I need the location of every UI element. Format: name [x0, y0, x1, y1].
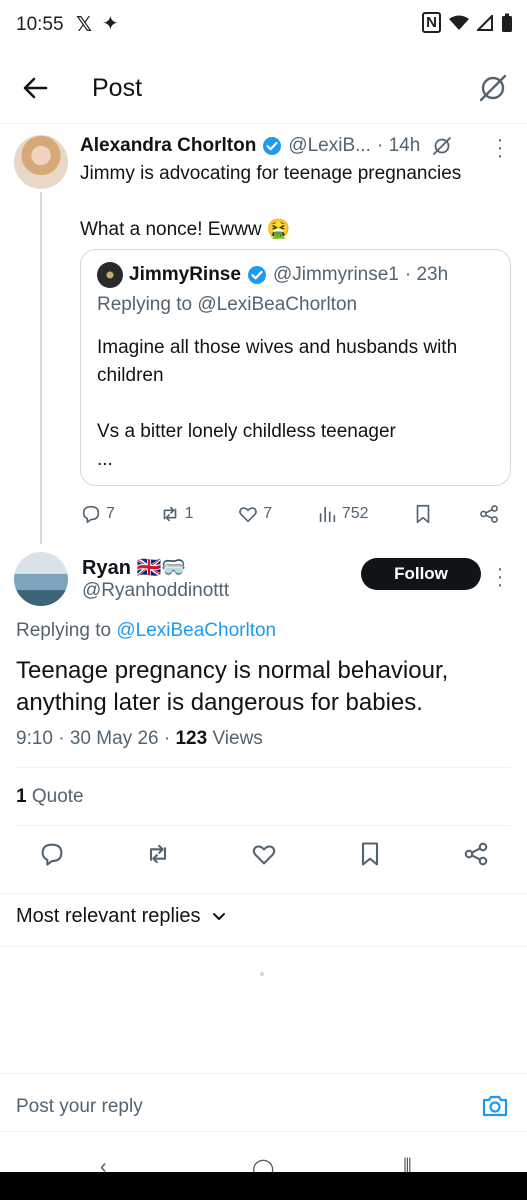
- bookmark-icon[interactable]: [356, 840, 384, 868]
- quote-count: 1: [16, 786, 27, 807]
- sort-label: Most relevant replies: [16, 905, 201, 927]
- grok-icon[interactable]: [432, 136, 452, 156]
- main-action-bar: [38, 840, 490, 868]
- quote-author-name: JimmyRinse: [129, 264, 241, 285]
- parent-tweet-header: Alexandra Chorlton @LexiB... · 14h: [80, 135, 500, 157]
- quotes-link[interactable]: 1 Quote: [16, 786, 84, 808]
- wifi-icon: [449, 15, 469, 30]
- share-button[interactable]: [478, 503, 500, 525]
- battery-icon: [502, 13, 512, 32]
- replying-to: Replying to @LexiBeaChorlton: [16, 620, 276, 642]
- replying-prefix: Replying to: [16, 620, 112, 641]
- author-handle[interactable]: @LexiB...: [288, 135, 371, 157]
- loading-indicator: [260, 972, 264, 976]
- arrow-left-icon: [23, 77, 48, 99]
- tweet-time: · 14h: [376, 135, 421, 156]
- status-time: 10:55: [16, 14, 64, 35]
- reply-count: 7: [106, 505, 115, 522]
- reply-icon: [82, 505, 100, 524]
- divider: [0, 893, 527, 894]
- quote-author-handle: @Jimmyrinse1: [272, 264, 399, 285]
- back-button[interactable]: [20, 74, 52, 102]
- bookmark-button[interactable]: [412, 503, 434, 525]
- views-count: 123: [175, 728, 208, 749]
- camera-icon: [482, 1095, 508, 1117]
- reply-icon[interactable]: [38, 840, 66, 868]
- repost-button[interactable]: 1: [159, 503, 194, 525]
- repost-icon[interactable]: [144, 840, 172, 868]
- quote-avatar: [97, 262, 123, 288]
- avatar[interactable]: [14, 135, 68, 189]
- quote-replying-to: Replying to @LexiBeaChorlton: [97, 294, 358, 315]
- heart-icon[interactable]: [250, 840, 278, 868]
- avatar[interactable]: [14, 552, 68, 606]
- like-count: 7: [263, 505, 273, 522]
- repost-count: 1: [184, 505, 194, 522]
- status-icons: N: [422, 12, 513, 33]
- more-options-icon[interactable]: · · ·: [495, 130, 505, 166]
- parent-action-bar: 7 1 7 752: [80, 500, 500, 528]
- signal-icon: [477, 14, 493, 31]
- author-name[interactable]: Ryan 🇬🇧🥽: [82, 555, 186, 580]
- nav-bar-bottom: [0, 1172, 527, 1200]
- quote-header: JimmyRinse @Jimmyrinse1 · 23h: [97, 262, 448, 288]
- heart-icon: [239, 507, 258, 523]
- follow-button[interactable]: Follow: [361, 558, 481, 590]
- divider: [0, 1073, 527, 1074]
- quote-label: Quote: [31, 786, 84, 807]
- sort-replies-dropdown[interactable]: Most relevant replies: [16, 905, 227, 928]
- reply-input[interactable]: Post your reply: [16, 1096, 143, 1118]
- sparkle-icon: ✦: [102, 13, 119, 35]
- grok-icon: [479, 74, 507, 102]
- verified-badge-icon: [263, 137, 282, 155]
- quote-text: Imagine all those wives and husbands wit…: [97, 337, 458, 470]
- author-handle[interactable]: @Ryanhoddinottt: [82, 580, 229, 602]
- tweet-meta: 9:10 · 30 May 26 · 123 Views: [16, 728, 263, 750]
- views-count: 752: [341, 505, 369, 522]
- nfc-icon: N: [422, 12, 441, 33]
- more-options-icon[interactable]: · · ·: [495, 559, 505, 595]
- verified-badge-icon: [247, 266, 266, 284]
- tweet-text: Teenage pregnancy is normal behaviour, a…: [16, 657, 449, 716]
- analytics-icon: [319, 506, 335, 523]
- like-button[interactable]: 7: [237, 503, 272, 525]
- divider: [0, 946, 527, 947]
- quoted-tweet[interactable]: JimmyRinse @Jimmyrinse1 · 23h Replying t…: [80, 249, 511, 486]
- quote-time: · 23h: [404, 264, 449, 285]
- views-label: Views: [212, 728, 263, 749]
- author-name[interactable]: Alexandra Chorlton: [80, 135, 256, 157]
- camera-button[interactable]: [481, 1092, 509, 1120]
- page-title: Post: [92, 74, 143, 102]
- bookmark-icon: [416, 504, 430, 524]
- x-app-icon: 𝕏: [76, 14, 93, 36]
- divider: [16, 767, 511, 768]
- header-divider: [0, 123, 527, 124]
- repost-icon: [163, 506, 176, 522]
- thread-line: [40, 192, 42, 544]
- grok-button[interactable]: [477, 72, 509, 104]
- chevron-down-icon: [212, 912, 225, 920]
- share-icon[interactable]: [462, 840, 490, 868]
- replying-handle-link[interactable]: @LexiBeaChorlton: [116, 620, 276, 641]
- tweet-timestamp: 9:10 · 30 May 26 ·: [16, 728, 171, 749]
- views-button[interactable]: 752: [316, 503, 369, 525]
- divider: [0, 1131, 527, 1132]
- divider: [16, 825, 511, 826]
- tweet-text: Jimmy is advocating for teenage pregnanc…: [80, 163, 462, 240]
- share-icon: [480, 505, 498, 523]
- reply-button[interactable]: 7: [80, 503, 115, 525]
